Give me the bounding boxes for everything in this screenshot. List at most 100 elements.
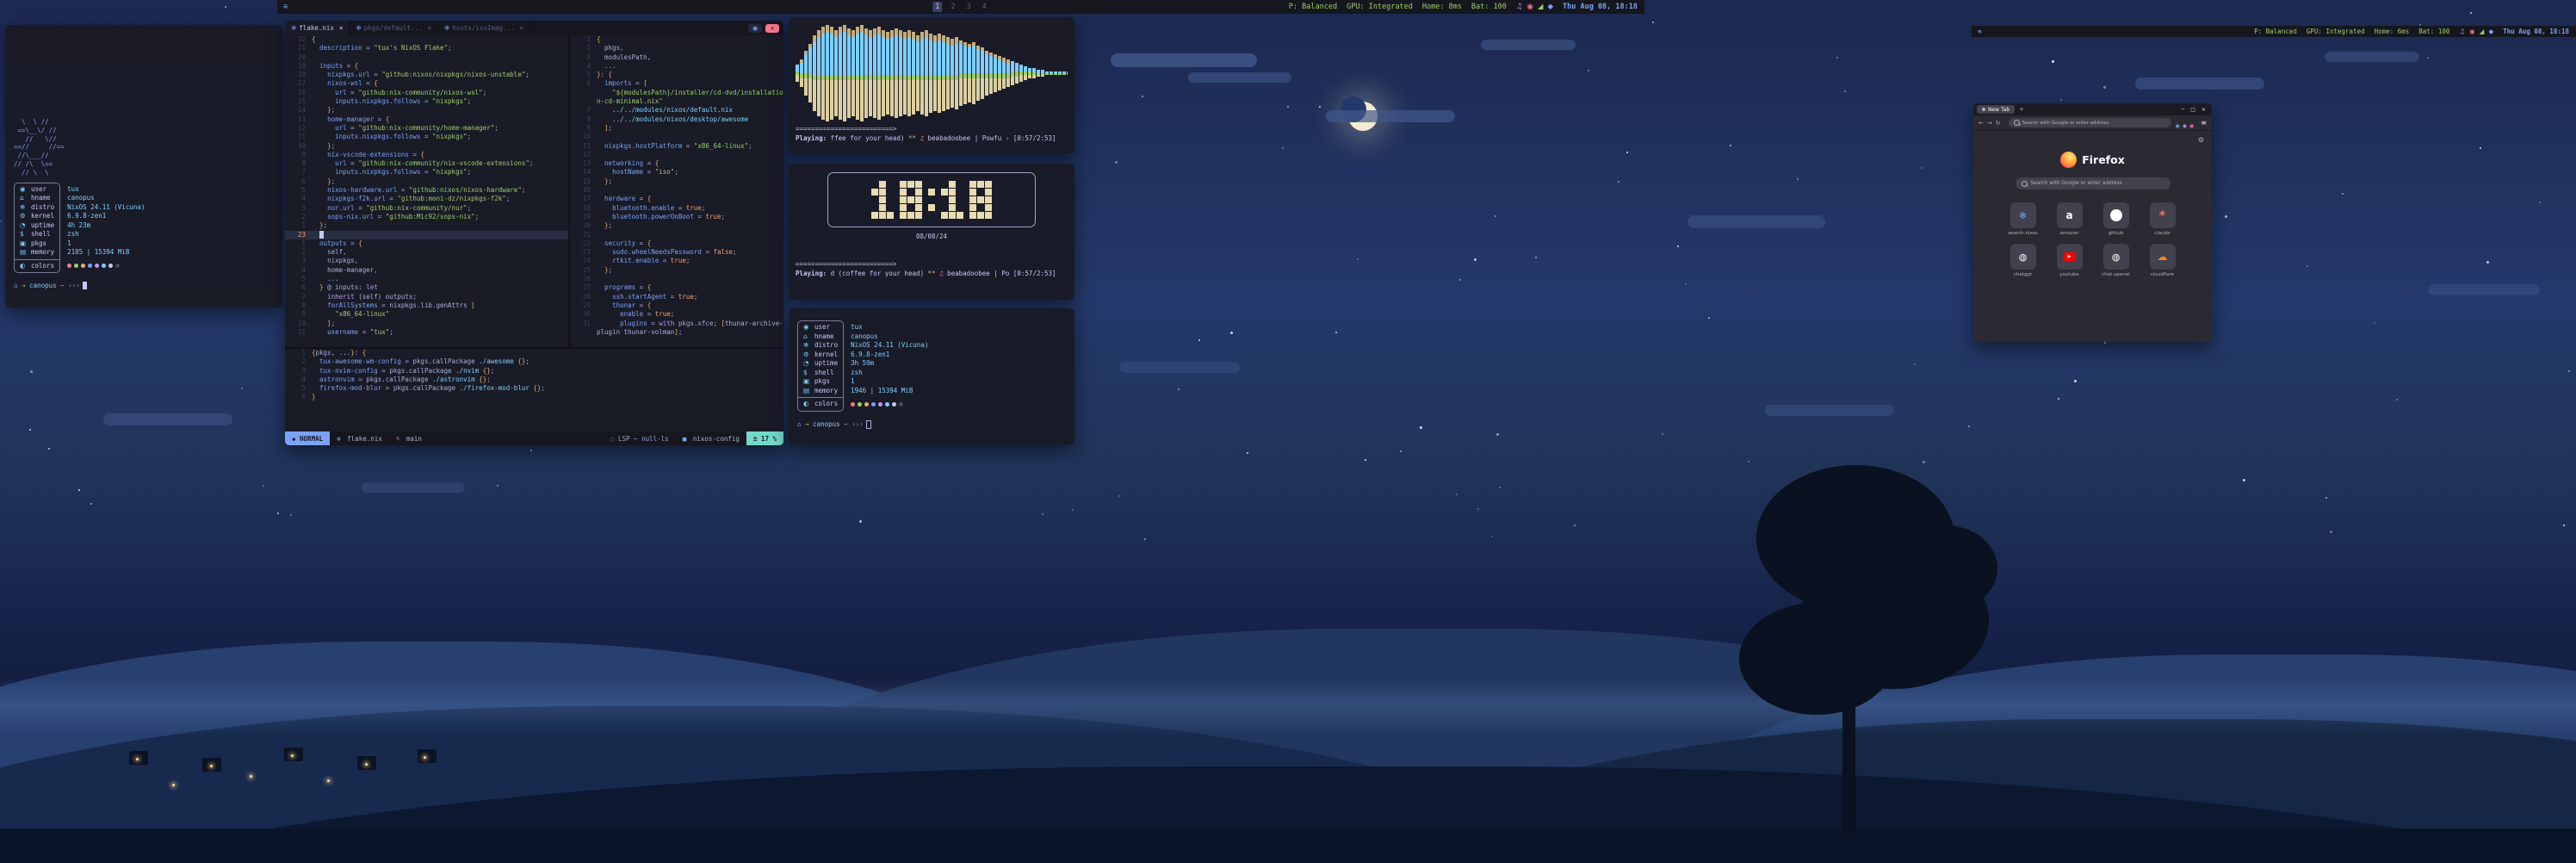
extension-icon-1[interactable]: ◉ [2176, 123, 2180, 129]
reload-icon[interactable]: ↻ [1996, 120, 2001, 127]
playing-segment: beabadoobee | Po [947, 270, 1013, 277]
menu-icon[interactable]: ≡ [2201, 119, 2207, 127]
audio-visualizer [796, 22, 1068, 124]
line-number: 8 [285, 301, 312, 310]
bluetooth-icon[interactable]: ◆ [1547, 3, 1553, 11]
viz-bar [1067, 71, 1068, 75]
tab-hosts/isoImag...[interactable]: ❄hosts/isoImag...× [438, 21, 530, 35]
viz-bar [1028, 68, 1031, 78]
viz-bar [951, 39, 954, 108]
code-line: 27 programs = { [570, 283, 783, 292]
music-icon[interactable]: ♫ [2459, 28, 2465, 35]
shortcut-cloudflare[interactable]: ☁cloudflare [2144, 244, 2182, 277]
tab-close-icon[interactable]: × [427, 24, 431, 32]
close-icon[interactable]: × [2201, 107, 2206, 113]
music-icon[interactable]: ♫ [1516, 3, 1523, 11]
statusline-file: ❄ flake.nix [330, 432, 389, 445]
editor-pane-flake[interactable]: 22{21 description = "tux's NixOS Flake";… [285, 35, 568, 347]
tab-label: flake.nix [299, 24, 334, 32]
viz-bar [1062, 71, 1066, 75]
line-number: 21 [285, 44, 312, 53]
maximize-icon[interactable]: □ [2190, 107, 2195, 113]
tab-flake.nix[interactable]: ❄flake.nix× [285, 21, 350, 35]
nix-icon: ❄ [444, 24, 449, 32]
fetch-label: shell [814, 369, 834, 377]
new-tab-button[interactable]: + [2019, 106, 2024, 113]
back-icon[interactable]: ← [1978, 120, 1984, 127]
shortcut-chatgpt[interactable]: ◍chatgpt [2004, 244, 2042, 277]
fetch-window[interactable]: ◉user⌂hname❄distro⚙kernel◔uptime$shell▣p… [789, 308, 1074, 444]
toggle-button[interactable]: ◉ [748, 24, 762, 33]
terminal-window[interactable]: \ \ // ==\__\/ // // \// ==// //== //\__… [5, 25, 282, 307]
code-text: hostName = "iso"; [597, 168, 678, 177]
firefox-logo [2060, 152, 2077, 168]
firefox-window[interactable]: New Tab + ─ □ × ←→ ↻ Search with Google or … [1973, 103, 2212, 342]
viz-bar [826, 25, 829, 121]
host-icon: ⌂ [803, 332, 814, 341]
tab-pkgs/default...[interactable]: ❄pkgs/default...× [350, 21, 438, 35]
shortcut-amazon[interactable]: aamazon [2051, 202, 2089, 236]
viz-bar [800, 59, 803, 87]
bluetooth-icon[interactable]: ◆ [2488, 28, 2493, 35]
viz-bar [834, 30, 838, 116]
editor-pane-pkgs[interactable]: 1{pkgs, ...}: {2 tux-awesome-wm-config =… [285, 349, 783, 432]
workspace-4[interactable]: 4 [980, 2, 989, 12]
fetch-value: canopus [851, 332, 928, 342]
wifi-icon[interactable]: ◢ [2480, 28, 2485, 35]
shortcut-youtube[interactable]: ▶youtube [2051, 244, 2089, 277]
menu-icon[interactable]: ≡ [283, 3, 288, 11]
workspace-3[interactable]: 3 [964, 2, 974, 12]
fetch-value: NixOS 24.11 (Vicuna) [67, 203, 145, 213]
newtab-search-bar[interactable]: Search with Google or enter address [2016, 177, 2170, 189]
extension-icon-3[interactable]: ◉ [2189, 123, 2194, 129]
firefox-tab-newtab[interactable]: New Tab [1977, 105, 2015, 114]
color-dot [115, 264, 120, 268]
star [1535, 257, 1537, 258]
code-line: 21 [570, 231, 783, 239]
editor-pane-hosts[interactable]: 1{2 pkgs,3 modulesPath,4 ...5}: {6 impor… [570, 35, 783, 347]
viz-bar [1006, 59, 1010, 87]
shortcut-search.nixos[interactable]: ❄search.nixos [2004, 202, 2042, 236]
visualizer-window[interactable]: =========================> Playing: ffee… [789, 17, 1074, 153]
code-text: self, [312, 248, 347, 257]
notification-icon[interactable]: ◉ [2469, 28, 2475, 35]
workspace-1[interactable]: 1 [932, 2, 942, 12]
code-line: 9 "x86_64-linux" [285, 310, 568, 319]
extension-icon-2[interactable]: ◉ [2183, 123, 2187, 129]
shortcut-claude[interactable]: *claude [2144, 202, 2182, 236]
star [1618, 181, 1619, 183]
lsp-status: ◌ LSP ~ null-ls [604, 432, 676, 445]
forward-icon[interactable]: → [1987, 120, 1992, 127]
viz-bar [907, 30, 911, 116]
star [1400, 450, 1402, 452]
shortcut-github[interactable]: github [2097, 202, 2135, 236]
gear-icon[interactable]: ⚙ [2198, 136, 2204, 144]
cloud [1326, 110, 1455, 122]
code-line: 25 }; [570, 266, 783, 275]
neovim-window[interactable]: ❄flake.nix×❄pkgs/default...×❄hosts/isoIm… [285, 21, 783, 445]
star [1477, 508, 1479, 510]
code-text: }; [597, 221, 612, 230]
code-text [312, 231, 324, 239]
fetch-value: canopus [67, 194, 145, 203]
line-number: 26 [570, 275, 597, 283]
wifi-icon[interactable]: ◢ [1538, 3, 1544, 11]
color-dot [864, 402, 869, 407]
tab-close-icon[interactable]: × [520, 24, 524, 32]
playing-segment: ** [928, 270, 940, 277]
line-number: 3 [285, 367, 312, 376]
notification-icon[interactable]: ◉ [1526, 3, 1533, 11]
viz-bar [963, 42, 967, 104]
close-button[interactable]: × [765, 24, 779, 33]
tab-close-icon[interactable]: × [339, 24, 344, 32]
minimize-icon[interactable]: ─ [2182, 107, 2185, 113]
workspace-2[interactable]: 2 [948, 2, 957, 12]
url-bar[interactable]: Search with Google or enter address [2009, 118, 2171, 127]
fetch-row: ▣pkgs [803, 377, 838, 387]
line-number [570, 89, 597, 97]
shortcut-chat.openai[interactable]: ◍chat.openai [2097, 244, 2135, 277]
star [1357, 258, 1359, 260]
star [497, 485, 498, 487]
clock-window[interactable]: 08/08/24 =========================> Play… [789, 164, 1074, 300]
menu-icon[interactable]: ≡ [1978, 28, 1982, 35]
